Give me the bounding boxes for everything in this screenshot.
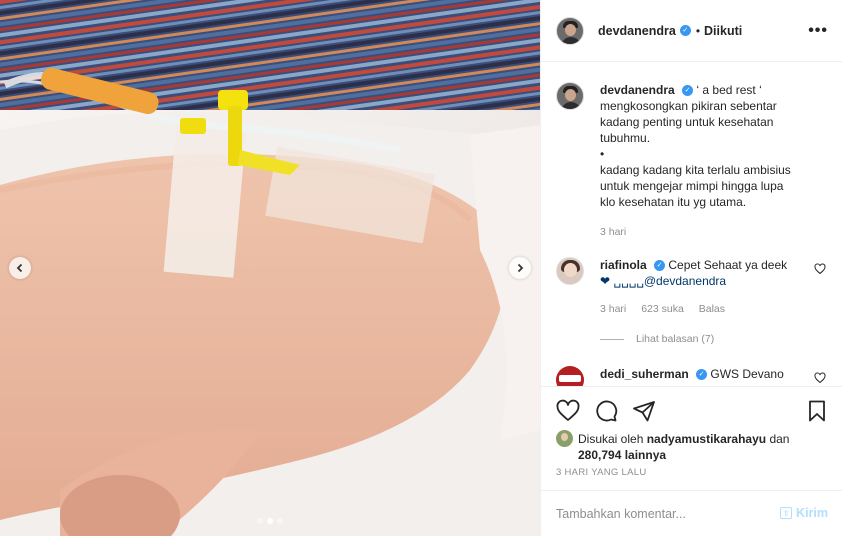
view-replies-button[interactable]: Lihat balasan (7) xyxy=(600,333,714,345)
view-replies-label: Lihat balasan (7) xyxy=(636,333,715,345)
chevron-right-icon xyxy=(517,263,524,273)
caption-line: mengkosongkan pikiran sebentar xyxy=(600,99,777,113)
post-dialog: devdanendra ✓ • Diikuti ••• devdanendra … xyxy=(0,0,842,536)
verified-badge-icon: ✓ xyxy=(682,85,694,97)
verified-badge-icon: ✓ xyxy=(679,25,691,36)
comment-likes[interactable]: 623 suka xyxy=(641,303,684,315)
carousel-indicator xyxy=(0,518,540,524)
post-photo-pane xyxy=(0,0,540,536)
author-username[interactable]: devdanendra xyxy=(598,24,676,38)
like-comment-icon[interactable] xyxy=(814,372,826,384)
comment-text: riafinola ✓ Cepet Sehaat ya deek ❤ ␣␣␣␣@… xyxy=(600,257,815,317)
likes-prefix: Disukai oleh xyxy=(578,432,644,446)
post-timestamp[interactable]: 3 HARI YANG LALU xyxy=(556,467,647,478)
like-comment-icon[interactable] xyxy=(814,263,826,275)
post-actions: Disukai oleh nadyamustikarahayu dan 280,… xyxy=(541,386,842,490)
comment-body-line: ❤ ␣␣␣␣@devdanendra xyxy=(600,274,727,288)
author-avatar[interactable] xyxy=(556,16,584,45)
caption-line: tubuhmu. xyxy=(600,131,651,145)
commenter-avatar[interactable] xyxy=(556,257,584,285)
caption-time[interactable]: 3 hari xyxy=(600,226,626,238)
comment-input[interactable] xyxy=(556,506,756,521)
more-options-icon[interactable]: ••• xyxy=(808,22,828,40)
caption-line: untuk mengejar mimpi hingga lupa xyxy=(600,179,784,193)
caption-text: devdanendra ✓ ‘ a bed rest ‘ mengkosongk… xyxy=(600,82,815,240)
next-photo-button[interactable] xyxy=(509,257,531,279)
reply-button[interactable]: Balas xyxy=(699,303,725,315)
liker-username[interactable]: nadyamustikarahayu xyxy=(647,432,766,446)
likes-summary: Disukai oleh nadyamustikarahayu dan 280,… xyxy=(556,430,828,463)
save-bookmark-icon[interactable] xyxy=(805,399,829,423)
likes-count[interactable]: 280,794 lainnya xyxy=(578,448,666,462)
header-separator: • xyxy=(695,23,701,38)
post-header: devdanendra ✓ • Diikuti ••• xyxy=(541,0,842,62)
post-photo xyxy=(0,0,540,536)
comments-list[interactable]: devdanendra ✓ ‘ a bed rest ‘ mengkosongk… xyxy=(541,63,842,386)
caption-line: kadang penting untuk kesehatan xyxy=(600,115,774,129)
previous-photo-button[interactable] xyxy=(9,257,31,279)
caption-meta: 3 hari xyxy=(600,224,815,240)
add-comment-bar: ⇧ Kirim xyxy=(541,490,842,536)
caption-line: • xyxy=(600,147,605,161)
comment-meta: 3 hari 623 suka Balas xyxy=(600,301,815,317)
verified-badge-icon: ✓ xyxy=(696,369,708,381)
send-icon: ⇧ xyxy=(780,507,793,519)
share-paper-plane-icon[interactable] xyxy=(632,399,656,423)
post-side-panel: devdanendra ✓ • Diikuti ••• devdanendra … xyxy=(540,0,842,536)
comment-time[interactable]: 3 hari xyxy=(600,303,626,315)
carousel-dot xyxy=(277,518,283,524)
replies-divider xyxy=(600,338,624,340)
caption-avatar[interactable] xyxy=(556,82,584,110)
verified-badge-icon: ✓ xyxy=(654,260,666,272)
likes-connector: dan xyxy=(769,432,790,446)
likes-text: Disukai oleh nadyamustikarahayu dan 280,… xyxy=(578,431,828,463)
caption-username[interactable]: devdanendra xyxy=(600,83,675,97)
comment-body: Cepet Sehaat ya deek xyxy=(668,258,788,272)
liker-avatar[interactable] xyxy=(556,430,573,447)
post-comment-label: Kirim xyxy=(796,506,828,520)
comment-bubble-icon[interactable] xyxy=(594,399,618,423)
caption-line: kadang kadang kita terlalu ambisius xyxy=(600,163,791,177)
commenter-avatar[interactable] xyxy=(556,366,584,386)
action-icons xyxy=(556,399,656,423)
post-comment-button[interactable]: ⇧ Kirim xyxy=(780,506,828,520)
chevron-left-icon xyxy=(16,263,23,273)
commenter-username[interactable]: riafinola xyxy=(600,258,647,272)
carousel-dot xyxy=(257,518,263,524)
caption-line: ‘ a bed rest ‘ xyxy=(696,83,762,97)
comment-text: dedi_suherman ✓ GWS Devano xyxy=(600,366,815,382)
commenter-username[interactable]: dedi_suherman xyxy=(600,367,689,381)
comment-body: GWS Devano xyxy=(710,367,784,381)
following-button[interactable]: Diikuti xyxy=(704,24,742,38)
like-heart-icon[interactable] xyxy=(556,399,580,423)
caption-line: klo kesehatan itu yg utama. xyxy=(600,195,747,209)
carousel-dot-active xyxy=(267,518,273,524)
